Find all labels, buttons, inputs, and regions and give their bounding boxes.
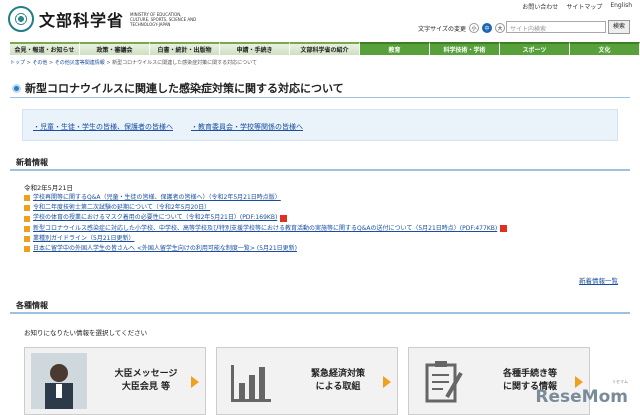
font-size-large[interactable]: 大 — [495, 23, 505, 33]
news-list: 学校再開等に関するQ&A（児童・生徒の皆様、保護者の皆様へ）（令和2年5月21日… — [24, 193, 624, 254]
bullet-icon — [24, 205, 30, 212]
minister-message-card[interactable]: 大臣メッセージ 大臣会見 等 — [24, 347, 206, 415]
news-item[interactable]: 業種別ガイドライン（5月21日更新） — [24, 234, 624, 244]
arrow-right-icon — [383, 376, 391, 388]
site-logo[interactable]: 文部科学省 MINISTRY OF EDUCATION, CULTURE, SP… — [8, 6, 200, 32]
nav-applications[interactable]: 申請・手続き — [220, 42, 290, 55]
pdf-icon — [280, 215, 288, 222]
font-size-switcher: 文字サイズの変更 小 中 大 — [418, 23, 505, 33]
various-intro: お知りになりたい情報を選択してください — [24, 329, 148, 337]
search-button[interactable]: 検索 — [608, 20, 630, 34]
card-label-line1: 各種手続き等 — [502, 369, 557, 379]
nav-about[interactable]: 文部科学省の紹介 — [290, 42, 360, 55]
sitemap-link[interactable]: サイトマップ — [566, 2, 602, 11]
news-item[interactable]: 学校再開等に関するQ&A（児童・生徒の皆様、保護者の皆様へ）（令和2年5月21日… — [24, 193, 624, 203]
breadcrumb-disaster[interactable]: その他災害等関連情報 — [55, 60, 105, 66]
economic-measures-card[interactable]: 緊急経済対策 による取組 — [216, 347, 398, 415]
news-item-text[interactable]: 日本に留学中の外国人学生の皆さんへ <外国人留学生向けの利用可能な制度一覧> (… — [33, 244, 297, 254]
font-size-medium[interactable]: 中 — [482, 23, 492, 33]
breadcrumb-top[interactable]: トップ — [10, 60, 25, 66]
nav-culture[interactable]: 文化 — [570, 42, 640, 55]
news-item[interactable]: 令和二年度技術士第二次試験の延期について（令和2年5月20日） — [24, 203, 624, 213]
watermark-small: リセマム — [612, 379, 628, 384]
title-divider — [10, 97, 630, 98]
search-input[interactable]: サイト内検索 — [506, 21, 606, 33]
minister-photo-icon — [31, 353, 87, 409]
site-header: 文部科学省 MINISTRY OF EDUCATION, CULTURE, SP… — [0, 0, 640, 40]
nav-policy[interactable]: 政策・審議会 — [80, 42, 150, 55]
nav-publications[interactable]: 白書・統計・出版物 — [150, 42, 220, 55]
card-label-line1: 大臣メッセージ — [114, 369, 178, 379]
bullet-icon — [24, 225, 30, 232]
news-item[interactable]: 学校の体育の授業におけるマスク着用の必要性について（令和2年5月21日）(PDF… — [24, 213, 624, 223]
news-item[interactable]: 新型コロナウイルス感染症に対応した小学校、中学校、高等学校及び特別支援学校等にお… — [24, 224, 624, 234]
pdf-icon — [500, 225, 508, 233]
news-more-link[interactable]: 新着情報一覧 — [579, 275, 618, 285]
nav-education[interactable]: 教育 — [360, 42, 430, 55]
news-date: 令和2年5月21日 — [24, 184, 74, 192]
news-item-text[interactable]: 令和二年度技術士第二次試験の延期について（令和2年5月20日） — [33, 203, 210, 213]
page-title: 新型コロナウイルスに関連した感染症対策に関する対応について — [25, 82, 344, 95]
font-size-small[interactable]: 小 — [469, 23, 479, 33]
news-item-text[interactable]: 新型コロナウイルス感染症に対応した小学校、中学校、高等学校及び特別支援学校等にお… — [33, 224, 497, 234]
various-heading: 各種情報 — [10, 300, 630, 314]
logo-title: 文部科学省 — [39, 11, 125, 30]
logo-subtitle: MINISTRY OF EDUCATION, CULTURE, SPORTS, … — [130, 11, 197, 27]
boards-schools-link[interactable]: ・教育委員会・学校等関係の皆様へ — [191, 122, 303, 131]
bullet-icon — [24, 195, 30, 202]
font-size-label: 文字サイズの変更 — [418, 25, 466, 33]
card-label-line2: 大臣会見 等 — [121, 382, 171, 392]
news-heading: 新着情報 — [10, 157, 630, 171]
english-link[interactable]: English — [610, 2, 632, 11]
top-links: お問い合わせ サイトマップ English — [522, 2, 632, 11]
students-parents-link[interactable]: ・児童・生徒・学生の皆様、保護者の皆様へ — [33, 122, 173, 131]
bullet-icon — [24, 215, 30, 222]
clipboard-pen-icon — [415, 353, 471, 409]
card-label-line2: による取組 — [315, 382, 361, 392]
page-title-row: 新型コロナウイルスに関連した感染症対策に関する対応について — [12, 80, 344, 96]
card-label-line1: 緊急経済対策 — [310, 369, 365, 379]
news-item[interactable]: 日本に留学中の外国人学生の皆さんへ <外国人留学生向けの利用可能な制度一覧> (… — [24, 244, 624, 254]
breadcrumb-current: 新型コロナウイルスに関連した感染症対策に関する対応について — [112, 60, 258, 66]
breadcrumb-other[interactable]: その他 — [32, 60, 47, 66]
breadcrumb: トップ > その他 > その他災害等関連情報 > 新型コロナウイルスに関連した感… — [10, 60, 258, 66]
nav-press[interactable]: 会見・報道・お知らせ — [10, 42, 80, 55]
nav-science[interactable]: 科学技術・学術 — [430, 42, 500, 55]
watermark-text: ReseMom — [535, 387, 628, 407]
global-nav: 会見・報道・お知らせ 政策・審議会 白書・統計・出版物 申請・手続き 文部科学省… — [10, 42, 640, 55]
title-bullet-icon — [12, 83, 21, 93]
news-item-text[interactable]: 業種別ガイドライン（5月21日更新） — [33, 234, 134, 244]
audience-links-box: ・児童・生徒・学生の皆様、保護者の皆様へ ・教育委員会・学校等関係の皆様へ — [22, 109, 618, 141]
bar-chart-icon — [223, 353, 279, 409]
bullet-icon — [24, 246, 30, 253]
contact-link[interactable]: お問い合わせ — [522, 2, 558, 11]
nav-sports[interactable]: スポーツ — [500, 42, 570, 55]
news-item-text[interactable]: 学校再開等に関するQ&A（児童・生徒の皆様、保護者の皆様へ）（令和2年5月21日… — [33, 193, 281, 203]
mext-emblem-icon — [8, 6, 34, 32]
news-item-text[interactable]: 学校の体育の授業におけるマスク着用の必要性について（令和2年5月21日）(PDF… — [33, 213, 277, 223]
bullet-icon — [24, 235, 30, 242]
arrow-right-icon — [191, 376, 199, 388]
resemom-watermark: リセマム ReseMom — [535, 379, 628, 407]
